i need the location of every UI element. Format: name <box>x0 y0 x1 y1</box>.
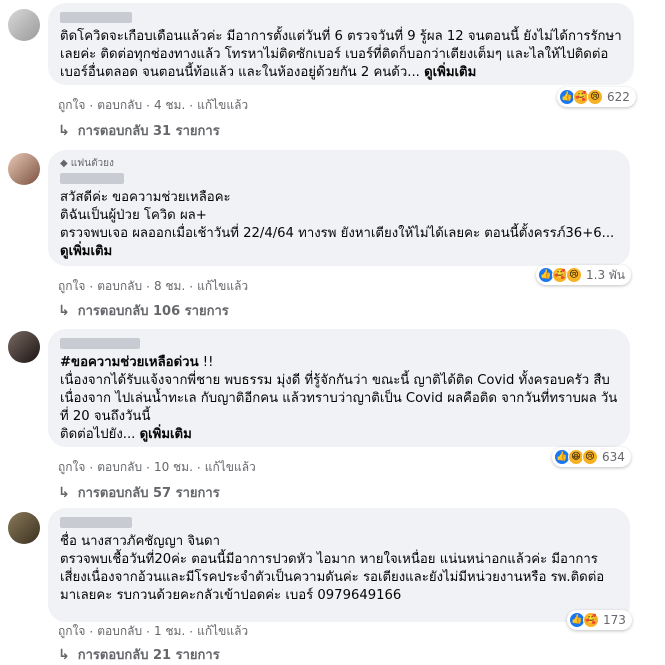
view-replies-link[interactable]: ↳ การตอบกลับ 31 รายการ <box>58 120 220 141</box>
reply-arrow-icon: ↳ <box>58 646 70 663</box>
comment-text: สวัสดีค่ะ ขอความช่วยเหลือคะ ติฉันเป็นผู้… <box>60 190 615 241</box>
reactions-summary[interactable]: 👍 🥰 😢 1.3 พัน <box>536 265 632 285</box>
badge-label: แฟนตัวยง <box>70 158 114 169</box>
timestamp[interactable]: 4 ชม. <box>154 96 185 115</box>
like-button[interactable]: ถูกใจ <box>58 458 85 477</box>
commenter-name-redacted[interactable] <box>60 338 140 349</box>
view-replies-link[interactable]: ↳ การตอบกลับ 106 รายการ <box>58 300 229 321</box>
timestamp[interactable]: 8 ชม. <box>154 277 185 296</box>
reply-button[interactable]: ตอบกลับ <box>97 96 142 115</box>
avatar[interactable] <box>8 9 40 41</box>
avatar[interactable] <box>8 153 40 185</box>
commenter-name-redacted[interactable] <box>60 12 132 23</box>
hashtag-suffix: !! <box>198 355 214 370</box>
reply-arrow-icon: ↳ <box>58 122 70 139</box>
avatar[interactable] <box>8 331 40 363</box>
reply-arrow-icon: ↳ <box>58 302 70 319</box>
hashtag-link[interactable]: #ขอความช่วยเหลือด่วน <box>60 355 199 370</box>
replies-count: การตอบกลับ 106 รายการ <box>77 304 229 319</box>
comment-actions: ถูกใจ · ตอบกลับ · 1 ชม. · แก้ไขแล้ว <box>58 622 248 641</box>
comment-text: ติดโควิดจะเกือบเดือนแล้วค่ะ มีอาการตั้งแ… <box>60 29 622 80</box>
comment-bubble: ติดโควิดจะเกือบเดือนแล้วค่ะ มีอาการตั้งแ… <box>48 3 634 85</box>
reply-arrow-icon: ↳ <box>58 484 70 501</box>
timestamp[interactable]: 1 ชม. <box>154 622 185 641</box>
comment-text: ชื่อ นางสาวภัคชัญญา จินดา ตรวจพบเชื้อวัน… <box>60 534 605 603</box>
see-more-link[interactable]: ดูเพิ่มเติม <box>60 244 112 259</box>
replies-count: การตอบกลับ 31 รายการ <box>77 124 220 139</box>
comment-bubble: ◆ แฟนตัวยง สวัสดีค่ะ ขอความช่วยเหลือคะ ติ… <box>48 150 630 266</box>
like-button[interactable]: ถูกใจ <box>58 277 85 296</box>
reactions-summary[interactable]: 👍 🥰 173 <box>567 610 632 630</box>
commenter-name-redacted[interactable] <box>60 517 132 528</box>
top-fan-badge[interactable]: ◆ แฟนตัวยง <box>60 156 618 171</box>
reactions-summary[interactable]: 👍 😆 😢 634 <box>552 447 631 467</box>
comment-actions: ถูกใจ · ตอบกลับ · 8 ชม. · แก้ไขแล้ว <box>58 277 248 296</box>
comment-bubble: #ขอความช่วยเหลือด่วน !! เนื่องจากได้รับแ… <box>48 329 630 447</box>
edited-label: แก้ไขแล้ว <box>204 460 256 474</box>
see-more-link[interactable]: ดูเพิ่มเติม <box>140 427 192 442</box>
avatar[interactable] <box>8 512 40 544</box>
sad-reaction-icon: 😢 <box>582 449 598 465</box>
edited-label: แก้ไขแล้ว <box>197 624 249 638</box>
reply-button[interactable]: ตอบกลับ <box>97 277 142 296</box>
see-more-link[interactable]: ดูเพิ่มเติม <box>424 65 476 80</box>
reaction-count: 173 <box>603 613 626 627</box>
timestamp[interactable]: 10 ชม. <box>154 458 193 477</box>
comment-bubble: ชื่อ นางสาวภัคชัญญา จินดา ตรวจพบเชื้อวัน… <box>48 508 630 622</box>
like-button[interactable]: ถูกใจ <box>58 96 85 115</box>
edited-label: แก้ไขแล้ว <box>197 279 249 293</box>
comment-actions: ถูกใจ · ตอบกลับ · 10 ชม. · แก้ไขแล้ว <box>58 458 256 477</box>
edited-label: แก้ไขแล้ว <box>197 98 249 112</box>
reaction-count: 634 <box>602 450 625 464</box>
reaction-count: 622 <box>607 90 630 104</box>
comment-actions: ถูกใจ · ตอบกลับ · 4 ชม. · แก้ไขแล้ว <box>58 96 248 115</box>
view-replies-link[interactable]: ↳ การตอบกลับ 57 รายการ <box>58 482 220 503</box>
commenter-name-redacted[interactable] <box>60 173 124 184</box>
care-reaction-icon: 🥰 <box>583 612 599 628</box>
reply-button[interactable]: ตอบกลับ <box>97 622 142 641</box>
reactions-summary[interactable]: 👍 🥰 😢 622 <box>557 87 636 107</box>
sad-reaction-icon: 😢 <box>587 89 603 105</box>
diamond-icon: ◆ <box>60 158 68 169</box>
reaction-count: 1.3 พัน <box>586 267 626 282</box>
like-button[interactable]: ถูกใจ <box>58 622 85 641</box>
sad-reaction-icon: 😢 <box>566 267 582 283</box>
reply-button[interactable]: ตอบกลับ <box>97 458 142 477</box>
replies-count: การตอบกลับ 57 รายการ <box>77 486 220 501</box>
